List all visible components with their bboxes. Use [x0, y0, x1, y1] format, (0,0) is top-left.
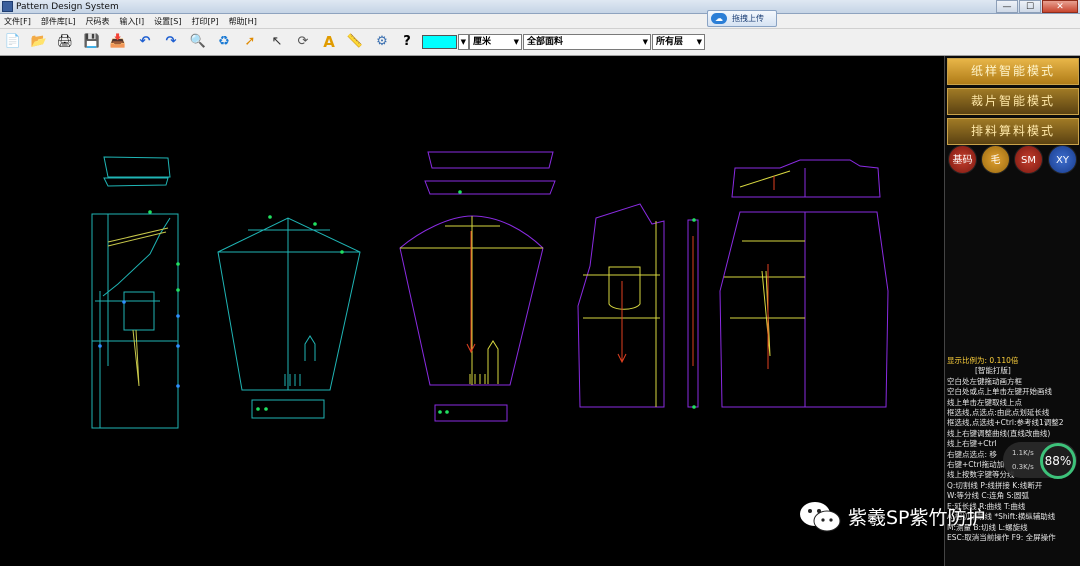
zoom-icon[interactable]: 🔍	[189, 33, 207, 51]
sleeve-piece-2	[399, 151, 556, 422]
right-panel: 纸样智能模式 裁片智能模式 排料算料模式 基码 毛 SM XY 显示比例为: 0…	[945, 56, 1080, 566]
pointer-icon[interactable]: ↖	[268, 33, 286, 51]
info-line: Q:切割线 P:线拼接 K:线断开	[947, 480, 1043, 490]
watermark-text: 紫羲SP紫竹防护	[848, 507, 986, 529]
info-line: 空白处或点上单击左键开始画线	[947, 387, 1052, 397]
info-line: 线上右键调整曲线(直线改曲线)	[947, 428, 1051, 438]
front-collar-detail	[107, 227, 169, 387]
wechat-icon	[800, 502, 841, 532]
help-icon[interactable]: ?	[398, 33, 416, 51]
chevron-down-icon: ▼	[460, 38, 466, 46]
select-arrow-icon[interactable]: ➚	[241, 33, 259, 51]
sm-button[interactable]: SM	[1014, 145, 1043, 174]
xy-button[interactable]: XY	[1048, 145, 1077, 174]
menu-bar: 文件[F] 部件库[L] 尺码表 输入[I] 设置[S] 打印[P] 帮助[H]	[0, 14, 1080, 29]
info-line: [智能打版]	[975, 366, 1011, 376]
minimize-button[interactable]: —	[996, 0, 1018, 13]
window-controls: — ☐ ✕	[996, 0, 1078, 14]
text-icon[interactable]: A	[320, 33, 338, 51]
sleeve-piece-1	[217, 217, 361, 419]
info-line: 空白处左键拖动画方框	[947, 376, 1022, 386]
redo-icon[interactable]: ↷	[162, 33, 180, 51]
layer-value: 所有层	[656, 37, 684, 47]
menu-file[interactable]: 文件[F]	[4, 14, 31, 29]
fabric-value: 全部面料	[527, 37, 564, 47]
marker-dots	[148, 190, 696, 414]
drag-upload-button[interactable]: ☁ 拖拽上传	[707, 10, 777, 27]
fabric-select[interactable]: 全部面料 ▼	[523, 34, 651, 50]
back-yoke-detail	[724, 170, 805, 357]
import-icon[interactable]: 📥	[109, 33, 127, 51]
paper-pattern-mode-button[interactable]: 纸样智能模式	[947, 58, 1079, 85]
save-icon[interactable]: 💾	[83, 33, 101, 51]
sleeve-piece-2-grainline	[466, 231, 476, 354]
watermark: 紫羲SP紫竹防护	[798, 497, 1078, 537]
unit-select[interactable]: 厘米 ▼	[469, 34, 522, 50]
app-icon	[2, 1, 13, 12]
info-line: 框选线,点选点:由此点划延长线	[947, 408, 1050, 418]
pattern-drawing	[91, 151, 889, 429]
info-line: 框选线,点选线+Ctrl:参考线1调整2	[947, 418, 1064, 428]
menu-help[interactable]: 帮助[H]	[229, 14, 257, 29]
marker-dots-blue	[98, 300, 180, 388]
upload-speed: 1.1K/s	[1012, 449, 1034, 457]
color-picker[interactable]	[422, 35, 457, 49]
maximize-button[interactable]: ☐	[1019, 0, 1041, 13]
open-folder-icon[interactable]: 📂	[30, 33, 48, 51]
info-line: 线上单击左键取线上点	[947, 397, 1022, 407]
memory-percent-ring[interactable]: 88%	[1040, 443, 1076, 479]
marker-layout-mode-button[interactable]: 排料算料模式	[947, 118, 1079, 145]
seam-allowance-button[interactable]: 毛	[981, 145, 1010, 174]
window-title: Pattern Design System	[16, 2, 119, 12]
layer-select[interactable]: 所有层 ▼	[652, 34, 705, 50]
scale-label: 显示比例为: 0.110倍	[947, 356, 1019, 365]
film-icon[interactable]: ⚙	[373, 33, 391, 51]
title-bar: Pattern Design System — ☐ ✕	[0, 0, 1080, 14]
toolbar: 📄 📂 🖨 💾 📥 ↶ ↷ 🔍 ♻ ➚ ↖ ⟳ A 📏 ⚙ ? ▼ 厘米 ▼ 全部…	[0, 29, 1080, 56]
new-file-icon[interactable]: 📄	[4, 33, 22, 51]
menu-print[interactable]: 打印[P]	[191, 14, 218, 29]
rotate-icon[interactable]: ⟳	[294, 33, 312, 51]
tape-icon[interactable]: 📏	[346, 33, 364, 51]
menu-parts-library[interactable]: 部件库[L]	[41, 14, 76, 29]
front-panel-piece	[91, 156, 179, 429]
base-size-button[interactable]: 基码	[948, 145, 977, 174]
chevron-down-icon: ▼	[696, 38, 702, 46]
undo-icon[interactable]: ↶	[136, 33, 154, 51]
menu-size-chart[interactable]: 尺码表	[86, 14, 110, 29]
yoke-piece	[731, 159, 881, 198]
unit-value: 厘米	[473, 37, 492, 47]
download-speed: 0.3K/s	[1012, 463, 1034, 471]
close-button[interactable]: ✕	[1042, 0, 1078, 13]
chevron-down-icon: ▼	[513, 38, 519, 46]
menu-input[interactable]: 输入[I]	[120, 14, 145, 29]
chevron-down-icon: ▼	[642, 38, 648, 46]
pattern-canvas[interactable]	[0, 56, 945, 566]
color-dropdown[interactable]: ▼	[458, 34, 469, 50]
cloud-icon: ☁	[711, 13, 727, 24]
cut-piece-mode-button[interactable]: 裁片智能模式	[947, 88, 1079, 115]
print-icon[interactable]: 🖨	[56, 33, 74, 51]
drag-upload-label: 拖拽上传	[732, 14, 764, 23]
menu-settings[interactable]: 设置[S]	[154, 14, 181, 29]
refresh-icon[interactable]: ♻	[215, 33, 233, 51]
